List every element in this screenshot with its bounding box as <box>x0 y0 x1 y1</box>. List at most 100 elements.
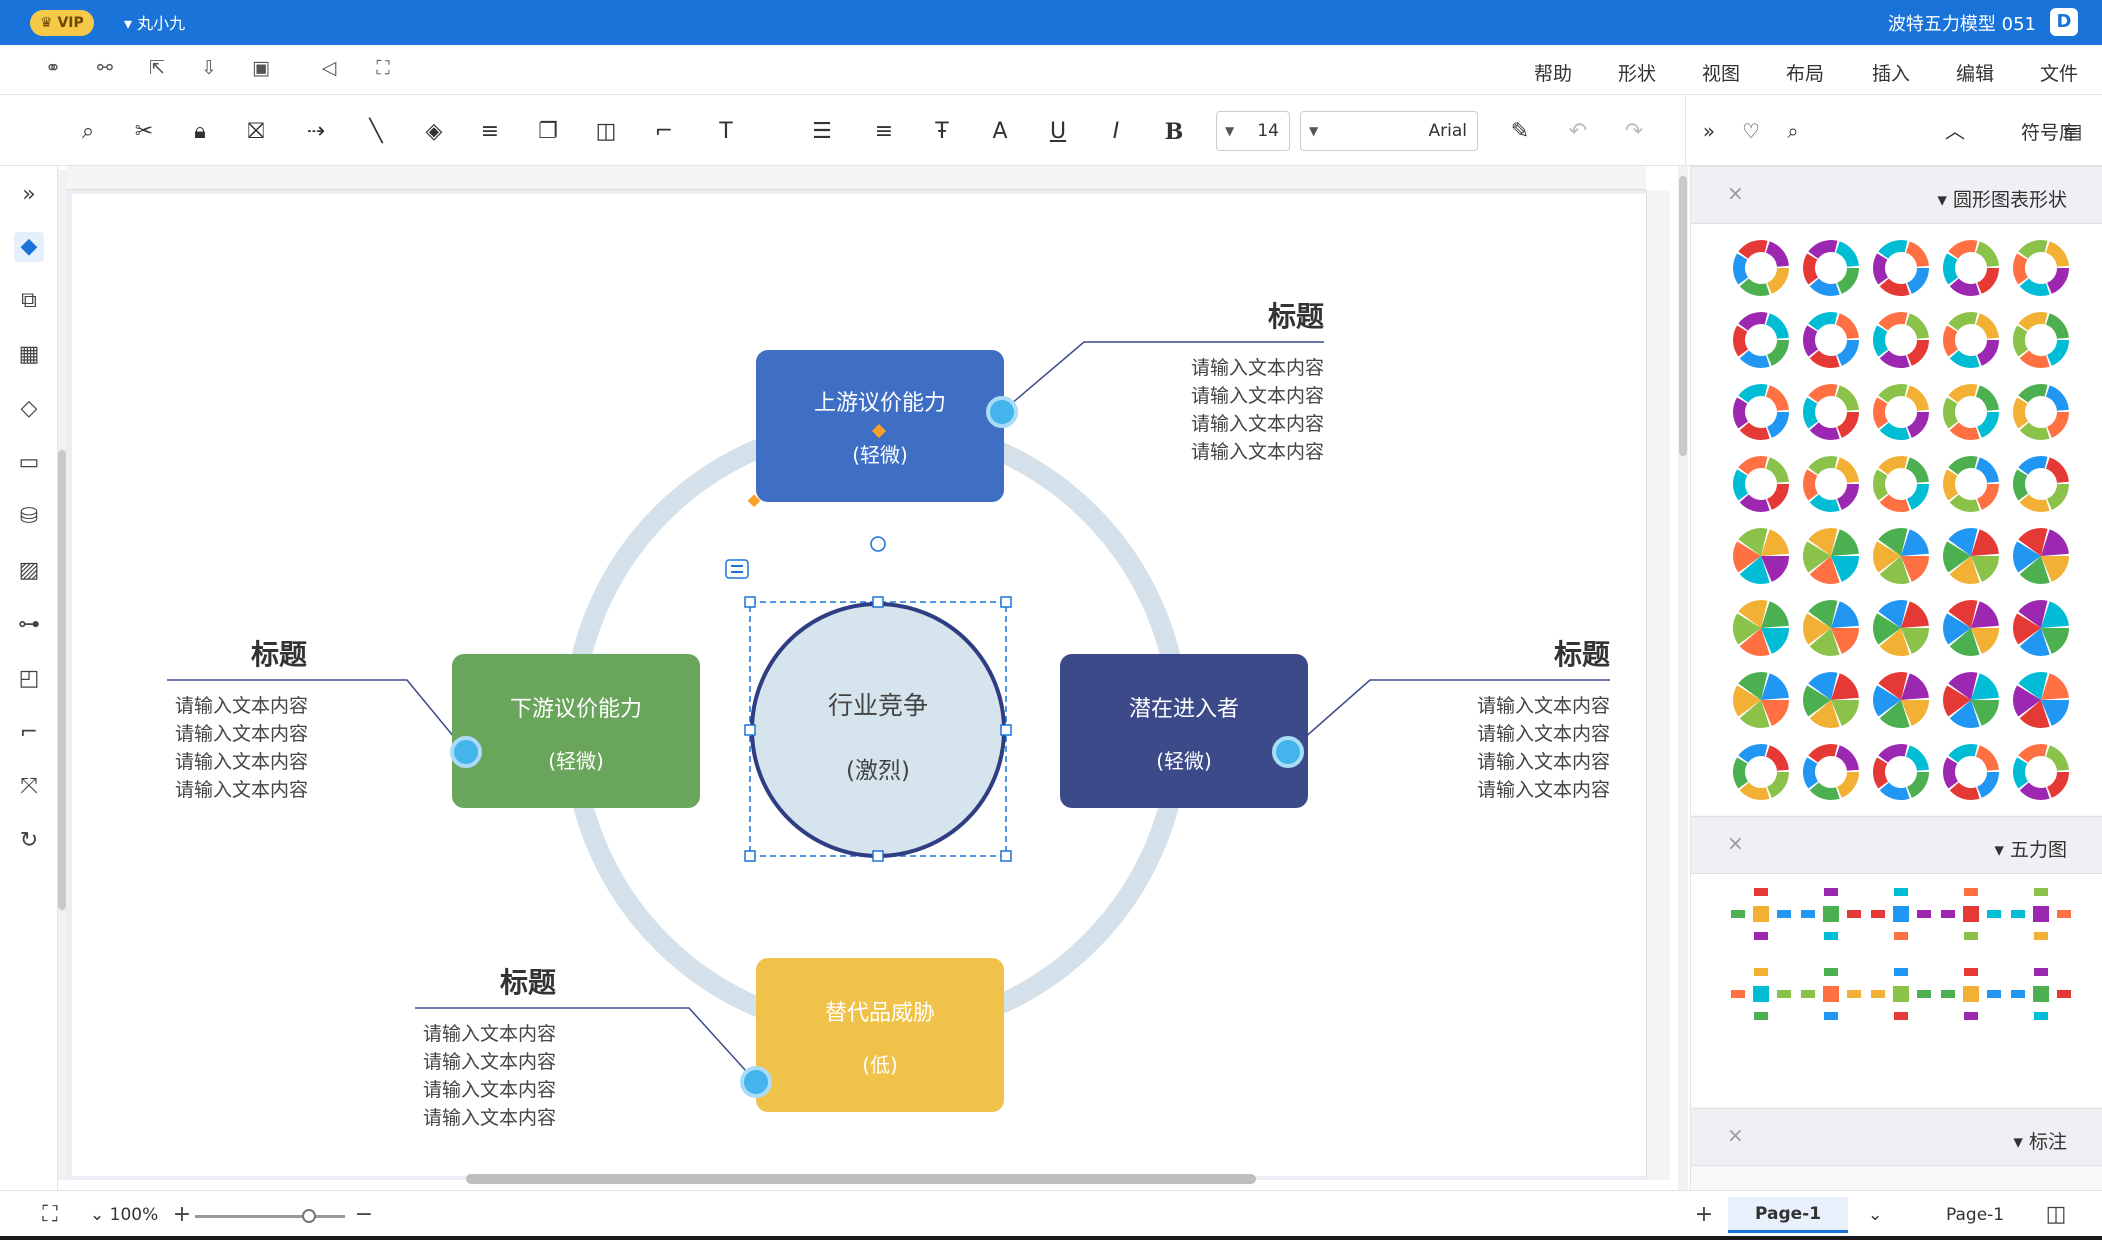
layers-icon[interactable]: ◇ <box>14 394 44 424</box>
circle-chart-thumbnail[interactable] <box>1873 528 1929 584</box>
image-icon[interactable]: ▨ <box>14 556 44 586</box>
grid-icon[interactable]: ▦ <box>14 340 44 370</box>
scroll-thumb[interactable] <box>1679 176 1687 456</box>
close-icon[interactable]: × <box>1727 1123 1744 1147</box>
align-icon[interactable]: ≡ <box>474 116 506 148</box>
mindmap-icon[interactable]: ⤧ <box>14 772 44 802</box>
user-menu[interactable]: ▾ 丸小九 <box>124 10 185 34</box>
present-icon[interactable]: ◁ <box>316 57 342 83</box>
menu-file[interactable]: 文件 <box>2040 59 2078 86</box>
circle-chart-thumbnail[interactable] <box>2013 312 2069 368</box>
five-forces-thumbnail[interactable] <box>1731 888 1791 940</box>
scroll-thumb[interactable] <box>58 450 66 910</box>
circle-chart-thumbnail[interactable] <box>1943 743 1999 800</box>
line-spacing-icon[interactable]: ☰ <box>806 116 838 148</box>
search-icon[interactable]: ⌕ <box>1778 116 1808 146</box>
underline-button[interactable]: U <box>1042 116 1074 148</box>
circle-chart-thumbnail[interactable] <box>1733 240 1789 296</box>
connector-dot-bottom[interactable] <box>740 1066 772 1098</box>
expand-panel-icon[interactable]: » <box>1694 116 1724 146</box>
arrow-style-icon[interactable]: ⇢ <box>300 116 332 148</box>
circle-chart-thumbnail[interactable] <box>1803 744 1859 800</box>
five-forces-thumbnail[interactable] <box>1801 888 1861 940</box>
font-size-select[interactable]: ▼ 14 <box>1216 111 1290 151</box>
menu-layout[interactable]: 布局 <box>1786 59 1824 86</box>
circle-chart-thumbnail[interactable] <box>1943 384 1999 440</box>
circle-chart-thumbnails[interactable] <box>1691 224 2102 814</box>
connector-dot-right[interactable] <box>1272 736 1304 768</box>
line-style-icon[interactable]: ╲ <box>360 116 392 148</box>
circle-chart-thumbnail[interactable] <box>1873 456 1929 512</box>
menu-insert[interactable]: 插入 <box>1872 59 1910 86</box>
zoom-in-icon[interactable]: + <box>168 1201 196 1229</box>
connector-icon[interactable]: ⌐ <box>14 718 44 748</box>
drawing-page[interactable]: 上游议价能力 (轻微) 下游议价能力 (轻微) 潜在进入者 (轻微) 替代品威胁… <box>72 194 1646 1176</box>
presentation-icon[interactable]: ▭ <box>14 448 44 478</box>
text-format-icon[interactable]: Ŧ <box>926 116 958 148</box>
page-list-chevron-icon[interactable]: ⌄ <box>1868 1205 1882 1225</box>
circle-chart-thumbnail[interactable] <box>2013 384 2069 440</box>
circle-chart-thumbnail[interactable] <box>2013 743 2069 800</box>
five-forces-thumbnail[interactable] <box>2011 968 2071 1020</box>
connector-dot-left[interactable] <box>450 736 482 768</box>
circle-chart-thumbnail[interactable] <box>1803 240 1859 296</box>
connector-dot-top[interactable] <box>986 396 1018 428</box>
circle-chart-thumbnail[interactable] <box>1943 312 1999 368</box>
shape-menu-icon[interactable] <box>725 559 749 579</box>
horizontal-scrollbar[interactable] <box>466 1174 1256 1184</box>
text-color-button[interactable]: A <box>984 116 1016 148</box>
page-tab-active[interactable]: Page-1 <box>1728 1197 1848 1233</box>
circle-chart-thumbnail[interactable] <box>1733 312 1789 368</box>
expand-icon[interactable]: » <box>14 180 44 210</box>
fullscreen-icon[interactable]: ⛶ <box>36 1201 64 1229</box>
menu-edit[interactable]: 编辑 <box>1956 59 1994 86</box>
rotate-handle[interactable] <box>870 536 886 552</box>
close-icon[interactable]: × <box>1727 831 1744 855</box>
circle-chart-thumbnail[interactable] <box>1873 600 1929 656</box>
crop-icon[interactable]: ⛝ <box>240 116 272 148</box>
fill-icon[interactable]: ◈ <box>418 116 450 148</box>
data-icon[interactable]: ⛁ <box>14 502 44 532</box>
menu-help[interactable]: 帮助 <box>1534 59 1572 86</box>
group-icon[interactable]: ◫ <box>590 116 622 148</box>
page-icon[interactable]: ⧉ <box>14 286 44 316</box>
five-forces-thumbnail[interactable] <box>1871 888 1931 940</box>
five-forces-thumbnail[interactable] <box>1871 968 1931 1020</box>
italic-button[interactable]: I <box>1100 116 1132 148</box>
five-forces-thumbnails[interactable] <box>1691 874 2102 1106</box>
download-icon[interactable]: ⇩ <box>196 57 222 83</box>
circle-chart-thumbnail[interactable] <box>2013 672 2069 728</box>
circle-chart-thumbnail[interactable] <box>2013 240 2069 296</box>
circle-chart-thumbnail[interactable] <box>1873 312 1929 368</box>
five-forces-thumbnail[interactable] <box>1731 968 1791 1020</box>
circle-chart-thumbnail[interactable] <box>2013 528 2069 584</box>
circle-chart-thumbnail[interactable] <box>1803 456 1859 512</box>
zoom-slider-knob[interactable] <box>302 1209 316 1223</box>
library-icon[interactable]: ▤ <box>2058 116 2088 146</box>
circle-chart-thumbnail[interactable] <box>1733 672 1789 728</box>
circle-chart-thumbnail[interactable] <box>1803 672 1859 728</box>
favorite-icon[interactable]: ♡ <box>1736 116 1766 146</box>
circle-chart-thumbnail[interactable] <box>1943 528 1999 584</box>
connector-icon[interactable]: ⌐ <box>648 116 680 148</box>
page-tab[interactable]: Page-1 <box>1946 1205 2004 1225</box>
menu-shape[interactable]: 形状 <box>1618 59 1656 86</box>
vip-badge[interactable]: ♛ VIP <box>30 10 94 36</box>
box-entrants[interactable] <box>1060 654 1308 808</box>
share-icon[interactable]: ⚭ <box>40 57 66 83</box>
section-circle-charts-header[interactable]: × ▾ 圆形图表形状 <box>1691 166 2102 224</box>
circle-chart-thumbnail[interactable] <box>1803 528 1859 584</box>
add-page-button[interactable]: + <box>1690 1201 1718 1229</box>
box-downstream[interactable] <box>452 654 700 808</box>
circle-chart-thumbnail[interactable] <box>1733 528 1789 584</box>
font-family-select[interactable]: ▼ Arial <box>1300 111 1478 151</box>
canvas-vertical-scrollbar[interactable] <box>1678 166 1688 1190</box>
menu-view[interactable]: 视图 <box>1702 59 1740 86</box>
text-align-icon[interactable]: ≡ <box>868 116 900 148</box>
chevron-up-icon[interactable]: ︿ <box>1940 116 1970 146</box>
circle-chart-thumbnail[interactable] <box>1943 600 1999 656</box>
zoom-slider[interactable] <box>195 1215 345 1218</box>
circle-chart-thumbnail[interactable] <box>1803 600 1859 656</box>
left-scrollbar[interactable] <box>58 170 66 1180</box>
arrange-icon[interactable]: ❐ <box>532 116 564 148</box>
